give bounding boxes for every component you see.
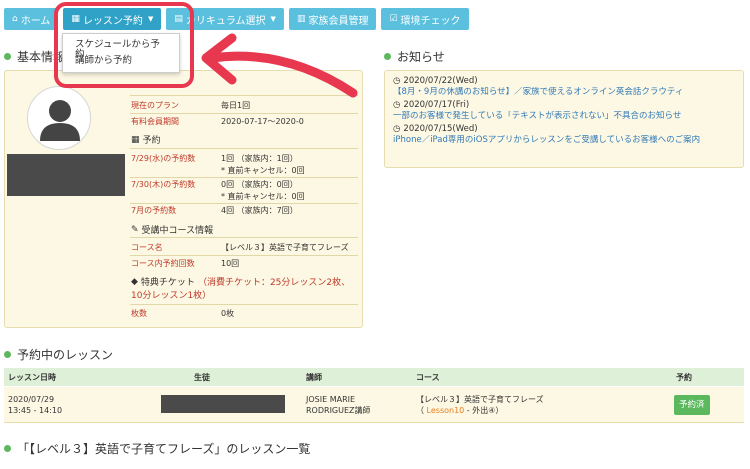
col-student: 生徒 [194, 373, 210, 382]
avatar [27, 86, 91, 150]
divider [130, 148, 358, 149]
reservation-heading: ▦ 予約 [131, 133, 161, 147]
news-date: ◷ 2020/07/15(Wed) [393, 124, 735, 135]
news-date: ◷ 2020/07/22(Wed) [393, 76, 735, 87]
lesson-detail-rest: - 外出④） [464, 406, 504, 415]
teacher-name-line-1: JOSIE MARIE [306, 395, 356, 404]
reservation-heading-text: 予約 [142, 136, 161, 146]
checkbox-icon: ☑ [389, 14, 398, 24]
reserved-status-button[interactable]: 予約済 [674, 395, 710, 415]
news-link[interactable]: 【8月・9月の休講のお知らせ】／家族で使えるオンライン英会話クラウティ [393, 87, 735, 100]
col-reservation: 予約 [676, 373, 692, 382]
reservation-2-value: 0回 （家族内：0回） [221, 180, 298, 189]
divider [130, 237, 358, 238]
bullet-icon [4, 351, 11, 358]
bullet-icon [4, 53, 11, 60]
lesson-link[interactable]: Lesson10 [427, 406, 465, 415]
lesson-time: 13:45 - 14:10 [8, 406, 63, 415]
lesson-date: 2020/07/29 [8, 395, 55, 404]
lesson-list-title: 「【レベル３】英語で子育てフレーズ」のレッスン一覧 [4, 440, 310, 457]
nav-home-label: ホーム [20, 15, 51, 27]
course-name: 【レベル３】英語で子育てフレーズ [416, 395, 544, 404]
reservation-3-value: 4回 （家族内：7回） [221, 206, 298, 215]
table-row: 2020/07/29 13:45 - 14:10 JOSIE MARIE ROD… [4, 387, 744, 423]
nav-env-check-label: 環境チェック [400, 15, 461, 27]
divider [130, 203, 358, 204]
lesson-detail-open: （ [416, 406, 427, 415]
calendar-icon: ▦ [131, 134, 140, 145]
sheets-label: 枚数 [131, 309, 147, 318]
nav-curriculum-label: カリキュラム選択 [185, 15, 266, 27]
building-icon: ▥ [296, 14, 306, 24]
bullet-icon [4, 445, 11, 452]
ticket-detail-line-2: 10分レッスン1枚） [131, 291, 212, 301]
upcoming-lessons-title-text: 予約中のレッスン [17, 348, 114, 362]
ticket-detail-line-1: （消費チケット：25分レッスン2枚、 [197, 278, 351, 288]
period-value: 2020-07-17〜2020-0 [221, 117, 304, 126]
period-label: 有料会員期間 [131, 117, 179, 126]
col-teacher: 講師 [306, 373, 322, 382]
lessons-table-header: レッスン日時 生徒 講師 コース 予約 [4, 368, 744, 386]
course-count-label: コース内予約回数 [131, 259, 195, 268]
lesson-list-title-text: 「【レベル３】英語で子育てフレーズ」のレッスン一覧 [17, 442, 311, 456]
divider [130, 177, 358, 178]
course-heading: ✎ 受講中コース情報 [131, 223, 214, 237]
nav-home-button[interactable]: ⌂ ホーム [4, 8, 59, 30]
reservation-1-value: 1回 （家族内：1回） [221, 154, 298, 163]
news-link[interactable]: 一部のお客様で発生している「テキストが表示されない」不具合のお知らせ [393, 111, 735, 124]
divider [130, 95, 358, 96]
divider [130, 255, 358, 256]
news-title: お知らせ [384, 48, 445, 65]
course-label: コース名 [131, 243, 163, 252]
clock-icon: ◷ [393, 124, 401, 134]
sheets-value: 0枚 [221, 309, 235, 318]
teacher-name-line-2: RODRIGUEZ講師 [306, 406, 371, 415]
reservation-1-note: * 直前キャンセル：0回 [221, 166, 305, 175]
redacted-name [7, 154, 125, 196]
plan-label: 現在のプラン [131, 101, 179, 110]
news-date: ◷ 2020/07/17(Fri) [393, 100, 735, 111]
reservation-1-label: 7/29(水)の予約数 [131, 154, 196, 163]
clock-icon: ◷ [393, 100, 401, 110]
caret-down-icon: ▼ [270, 15, 276, 23]
reservation-3-label: 7月の予約数 [131, 206, 177, 215]
clock-icon: ◷ [393, 76, 401, 86]
news-date-text: 2020/07/15(Wed) [403, 124, 478, 134]
news-date-text: 2020/07/22(Wed) [403, 76, 478, 86]
news-panel: ◷ 2020/07/22(Wed) 【8月・9月の休講のお知らせ】／家族で使える… [384, 70, 744, 168]
news-date-text: 2020/07/17(Fri) [403, 100, 470, 110]
nav-family-button[interactable]: ▥ 家族会員管理 [288, 8, 377, 30]
col-date: レッスン日時 [8, 373, 56, 382]
col-course: コース [416, 373, 440, 382]
profile-panel: 現在のプラン 毎日1回 有料会員期間 2020-07-17〜2020-0 ▦ 予… [4, 70, 363, 328]
divider [130, 113, 358, 114]
nav-env-check-button[interactable]: ☑ 環境チェック [381, 8, 469, 30]
highlight-box [54, 2, 194, 88]
ticket-heading: ◆ 特典チケット （消費チケット：25分レッスン2枚、 [131, 275, 351, 289]
news-link[interactable]: iPhone／iPad専用のiOSアプリからレッスンをご受講しているお客様へのご… [393, 135, 735, 148]
course-heading-text: 受講中コース情報 [141, 226, 214, 236]
reservation-2-note: * 直前キャンセル：0回 [221, 192, 305, 201]
course-value: 【レベル３】英語で子育てフレーズ [221, 243, 349, 252]
home-icon: ⌂ [12, 14, 18, 24]
news-title-text: お知らせ [397, 50, 445, 64]
redacted-student [161, 395, 285, 413]
user-icon [40, 100, 80, 141]
upcoming-lessons-title: 予約中のレッスン [4, 346, 113, 363]
divider [130, 304, 358, 305]
nav-family-label: 家族会員管理 [308, 15, 369, 27]
lesson-detail: （ Lesson10 - 外出④） [416, 405, 503, 416]
plan-value: 毎日1回 [221, 101, 251, 110]
course-count-value: 10回 [221, 259, 240, 268]
bullet-icon [384, 53, 391, 60]
tag-icon: ◆ [131, 276, 138, 287]
ticket-heading-text: 特典チケット [140, 278, 195, 288]
pencil-icon: ✎ [131, 224, 139, 235]
reservation-2-label: 7/30(木)の予約数 [131, 180, 196, 189]
